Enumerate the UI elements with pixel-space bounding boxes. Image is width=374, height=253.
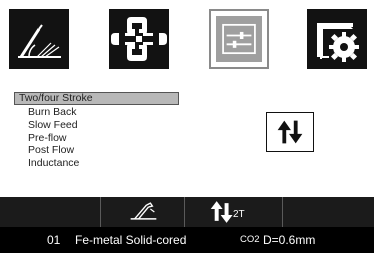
status-cell-empty-right xyxy=(283,197,374,227)
adjust-settings-panel xyxy=(214,14,264,64)
stroke-toggle-button[interactable] xyxy=(266,112,314,152)
stroke-toggle-arrows-icon xyxy=(277,120,303,144)
stroke-mode-indicator: 2T xyxy=(185,197,283,227)
torch-trigger-icon xyxy=(101,197,185,227)
system-settings-icon[interactable] xyxy=(307,9,367,69)
gas-type: CO2 xyxy=(240,234,260,245)
program-info-bar: 01 Fe-metal Solid-cored CO2 D=0.6mm xyxy=(0,227,374,253)
wire-type: Fe-metal Solid-cored xyxy=(75,233,187,247)
menu-item-inductance[interactable]: Inductance xyxy=(14,157,179,170)
status-bar: 2T xyxy=(0,197,374,227)
wire-diameter: D=0.6mm xyxy=(263,233,316,247)
program-number: 01 xyxy=(47,233,61,247)
stroke-mode-label: 2T xyxy=(233,209,245,220)
menu-item-slow-feed[interactable]: Slow Feed xyxy=(14,119,179,132)
menu-item-pre-flow[interactable]: Pre-flow xyxy=(14,132,179,145)
status-cell-empty-left xyxy=(0,197,101,227)
menu-item-burn-back[interactable]: Burn Back xyxy=(14,106,179,119)
chain-link-icon[interactable] xyxy=(109,9,169,69)
menu-item-post-flow[interactable]: Post Flow xyxy=(14,144,179,157)
menu-item-two-four-stroke[interactable]: Two/four Stroke xyxy=(14,92,179,105)
parameter-menu: Two/four Stroke Burn Back Slow Feed Pre-… xyxy=(14,92,179,170)
adjust-settings-icon[interactable] xyxy=(209,9,269,69)
torch-angle-icon[interactable] xyxy=(9,9,69,69)
welder-display-screen: Two/four Stroke Burn Back Slow Feed Pre-… xyxy=(0,0,374,253)
